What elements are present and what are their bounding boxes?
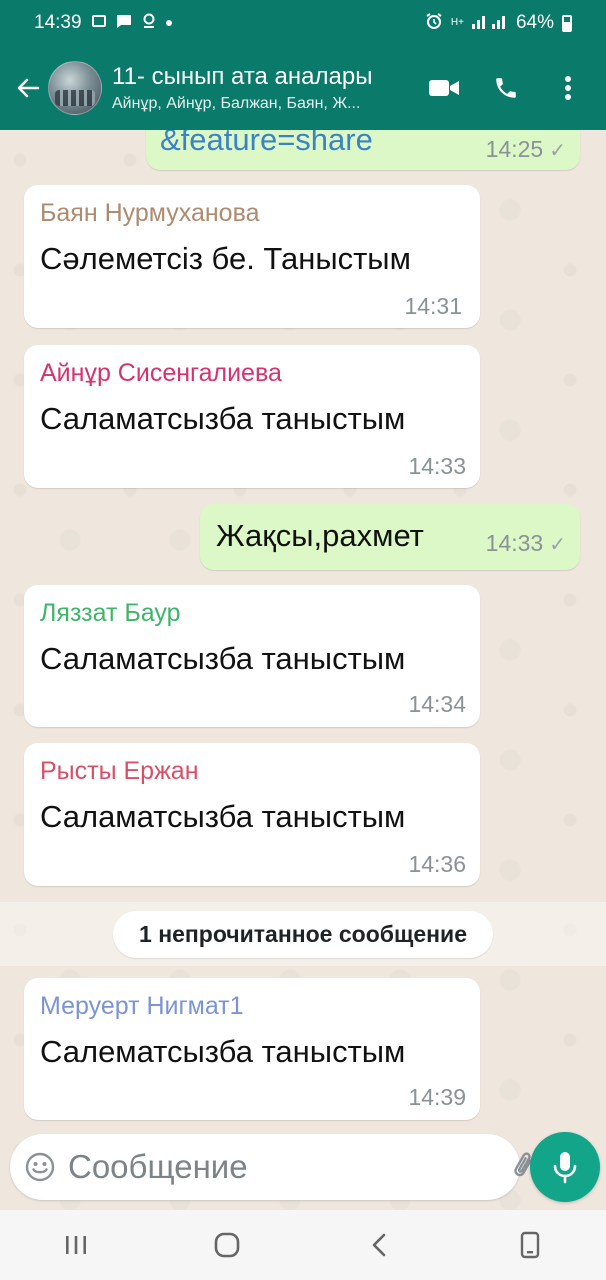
header-actions (418, 62, 594, 114)
unread-banner: 1 непрочитанное сообщение (0, 902, 606, 966)
message-input[interactable] (66, 1141, 495, 1193)
more-notifications-dot-icon (165, 20, 172, 26)
screen-toggle-button[interactable] (500, 1215, 560, 1275)
message-bubble-outgoing[interactable]: Жақсы,рахмет 14:33 ✓ (200, 504, 580, 570)
alarm-icon (425, 12, 443, 34)
message-bubble-incoming[interactable]: Баян Нурмуханова Сәлеметсіз бе. Таныстым… (24, 185, 480, 328)
message-sender: Рысты Ержан (40, 757, 199, 785)
more-options-button[interactable] (542, 62, 594, 114)
phone-icon (496, 78, 516, 98)
battery-percent: 64% (515, 12, 554, 33)
video-call-button[interactable] (418, 62, 470, 114)
message-text: Саламатсызба таныстым (40, 641, 406, 676)
group-avatar[interactable] (48, 61, 102, 115)
message-notification-icon (116, 14, 132, 33)
sent-tick-icon: ✓ (549, 140, 566, 162)
message-sender: Ляззат Баур (40, 599, 181, 627)
message-sender: Баян Нурмуханова (40, 199, 260, 227)
message-sender: Айнұр Сисенгалиева (40, 359, 282, 387)
chat-title: 11- сынып ата аналары (112, 63, 373, 90)
unread-count-label: 1 непрочитанное сообщение (113, 910, 493, 958)
voice-message-button[interactable] (530, 1132, 600, 1202)
back-button[interactable] (8, 68, 48, 108)
chevron-left-icon (372, 1233, 386, 1257)
message-text: Саламатсызба таныстым (40, 799, 406, 834)
message-text: Сәлеметсіз бе. Таныстым (40, 241, 411, 276)
message-time: 14:34 (408, 691, 466, 717)
recent-apps-button[interactable] (46, 1215, 106, 1275)
message-bubble-incoming[interactable]: Ляззат Баур Саламатсызба таныстым 14:34 (24, 585, 480, 727)
message-text: Салематсызба таныстым (40, 1034, 406, 1069)
status-time: 14:39 (34, 12, 82, 33)
video-camera-icon (429, 80, 459, 96)
sent-tick-icon: ✓ (549, 534, 566, 556)
message-bubble-incoming[interactable]: Меруерт Нигмат1 Салематсызба таныстым 14… (24, 978, 480, 1120)
message-sender: Меруерт Нигмат1 (40, 992, 244, 1020)
battery-icon (562, 14, 572, 32)
chat-header: 11- сынып ата аналары Айнұр, Айнұр, Балж… (0, 46, 606, 130)
message-time: 14:31 (404, 293, 462, 319)
arrow-left-icon (17, 78, 40, 98)
back-nav-button[interactable] (349, 1215, 409, 1275)
signal-strength-icon (471, 13, 508, 33)
system-navigation-bar (0, 1210, 606, 1280)
chat-participants: Айнұр, Айнұр, Балжан, Баян, Ж... (112, 95, 361, 112)
message-text: &feature=share (160, 130, 373, 157)
message-bubble-incoming[interactable]: Айнұр Сисенгалиева Саламатсызба таныстым… (24, 345, 480, 488)
voice-call-button[interactable] (480, 62, 532, 114)
message-bubble-outgoing[interactable]: &feature=share 14:25 ✓ (146, 130, 580, 170)
home-icon (214, 1232, 240, 1258)
message-time: 14:33 (408, 453, 466, 479)
recent-apps-icon (65, 1236, 86, 1254)
chat-title-block[interactable]: 11- сынып ата аналары Айнұр, Айнұр, Балж… (112, 63, 418, 113)
gallery-notification-icon (91, 15, 106, 31)
message-bubble-incoming[interactable]: Рысты Ержан Саламатсызба таныстым 14:36 (24, 743, 480, 886)
home-button[interactable] (197, 1215, 257, 1275)
message-text: Жақсы,рахмет (216, 518, 424, 553)
phone-outline-icon (521, 1231, 540, 1259)
message-list[interactable]: &feature=share 14:25 ✓ Баян Нурмуханова С… (0, 130, 606, 1210)
microphone-icon (553, 1152, 577, 1184)
status-left: 14:39 (34, 12, 172, 34)
message-time: 14:39 (408, 1084, 466, 1110)
message-time: 14:33 ✓ (485, 530, 566, 556)
message-time: 14:25 ✓ (485, 136, 566, 162)
message-time: 14:36 (408, 851, 466, 877)
more-vertical-icon (565, 76, 571, 100)
network-type-label: H+ (450, 17, 464, 28)
message-composer (10, 1134, 589, 1200)
location-icon (142, 13, 156, 33)
status-bar: 14:39 H+ 64% (0, 0, 606, 46)
emoji-button[interactable] (24, 1149, 56, 1185)
status-right: H+ 64% (425, 12, 572, 34)
emoji-icon (25, 1152, 55, 1182)
message-text: Саламатсызба таныстым (40, 401, 406, 436)
